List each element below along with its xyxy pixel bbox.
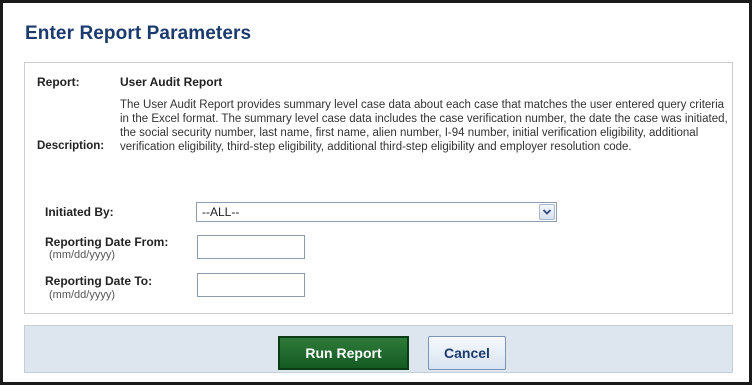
date-from-hint: (mm/dd/yyyy) [49, 249, 115, 261]
date-from-input[interactable] [197, 235, 305, 259]
report-label: Report: [37, 75, 80, 89]
initiated-by-value: --ALL-- [202, 205, 240, 219]
parameters-panel: Report: User Audit Report Description: T… [24, 62, 733, 314]
initiated-by-select[interactable]: --ALL-- [196, 202, 557, 222]
date-to-input[interactable] [197, 273, 305, 297]
page-title: Enter Report Parameters [25, 23, 252, 44]
action-bar: Run Report Cancel [24, 325, 733, 373]
description-text: The User Audit Report provides summary l… [120, 99, 728, 153]
run-report-button[interactable]: Run Report [278, 336, 409, 370]
chevron-down-icon[interactable] [539, 204, 555, 220]
date-to-hint: (mm/dd/yyyy) [49, 289, 115, 301]
report-name: User Audit Report [120, 75, 223, 89]
date-to-label: Reporting Date To: [45, 274, 153, 288]
date-from-label: Reporting Date From: [45, 235, 169, 249]
report-parameters-window: Enter Report Parameters Report: User Aud… [0, 0, 752, 385]
cancel-button[interactable]: Cancel [428, 336, 506, 370]
initiated-by-label: Initiated By: [45, 205, 114, 219]
description-label: Description: [37, 140, 105, 152]
